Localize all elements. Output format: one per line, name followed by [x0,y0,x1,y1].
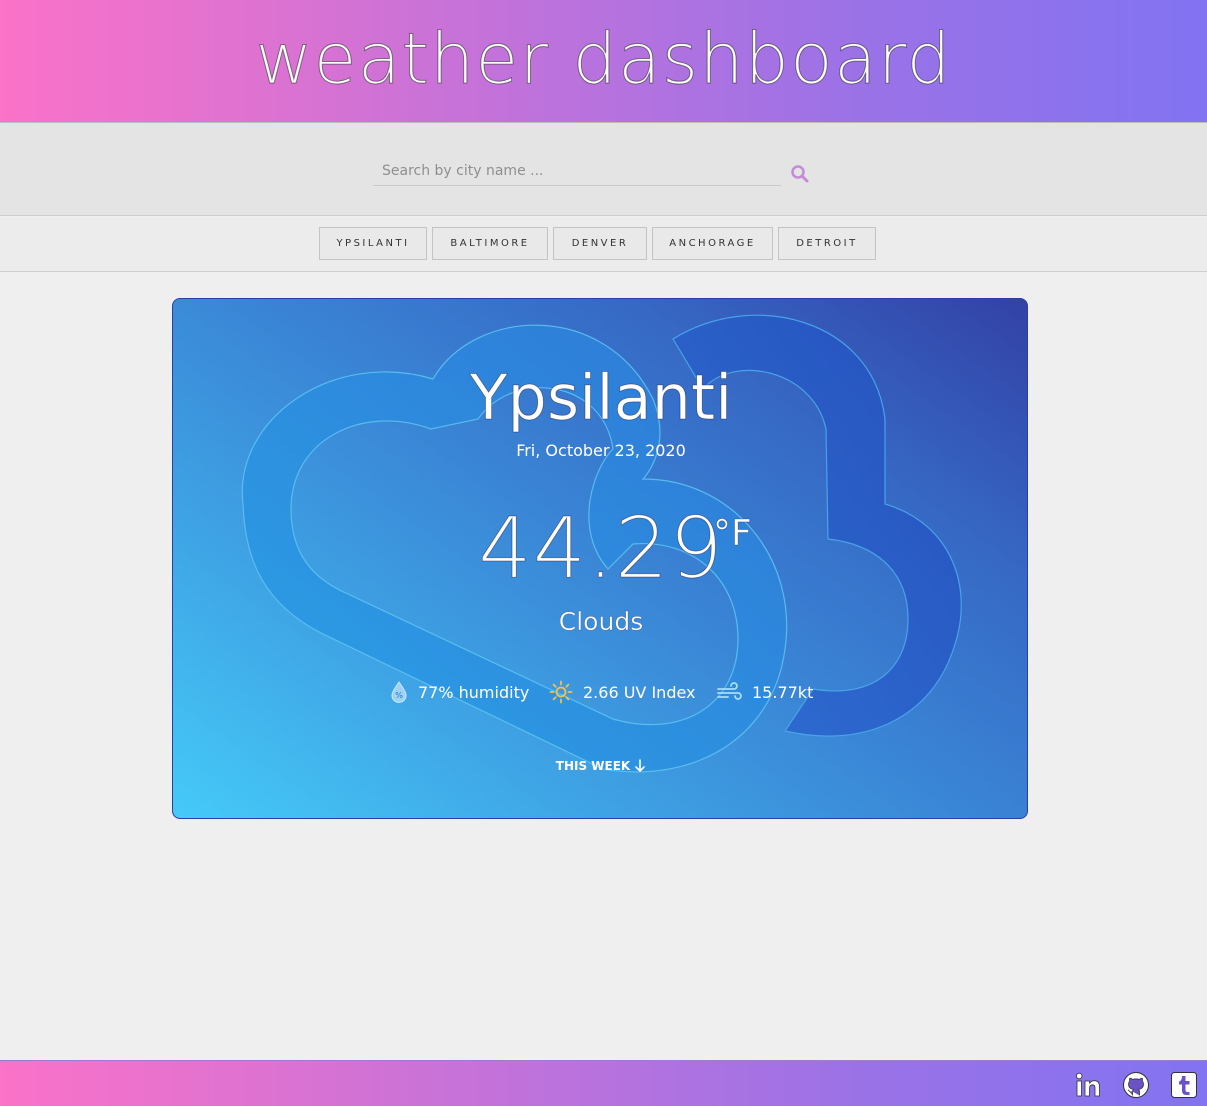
city-button-anchorage[interactable]: ANCHORAGE [652,227,773,260]
sun-icon [549,680,573,704]
temperature-value: 44.29 [478,499,724,598]
search-bar [0,123,1207,216]
uv-index-label: 2.66 UV Index [583,682,696,702]
city-button-baltimore[interactable]: BALTIMORE [432,227,548,260]
uv-index-stat: 2.66 UV Index [549,677,696,707]
wind-stat: 15.77kt [716,677,813,707]
this-week-link[interactable]: THIS WEEK [173,759,1027,773]
city-button-denver[interactable]: DENVER [553,227,647,260]
humidity-stat: % 77% humidity [390,677,529,707]
page-title: weather dashboard [255,18,952,101]
city-name: Ypsilanti [469,361,733,435]
temperature-unit: °F [713,513,752,555]
search-icon[interactable] [790,164,810,184]
arrow-down-icon [635,759,646,772]
humidity-label: 77% humidity [418,682,530,702]
city-history: YPSILANTI BALTIMORE DENVER ANCHORAGE DET… [0,217,1207,272]
footer [0,1060,1207,1106]
current-date: Fri, October 23, 2020 [516,441,686,460]
header: weather dashboard [0,0,1207,122]
github-icon[interactable] [1122,1071,1150,1099]
weather-condition: Clouds [558,607,644,636]
search-input[interactable] [373,156,781,186]
temperature-display: 44.29 °F [173,499,1027,598]
weather-card: Ypsilanti Fri, October 23, 2020 44.29 °F… [172,298,1028,819]
this-week-label: THIS WEEK [555,759,631,773]
city-button-ypsilanti[interactable]: YPSILANTI [319,227,427,260]
wind-icon [717,682,742,700]
city-button-detroit[interactable]: DETROIT [778,227,876,260]
tumblr-icon[interactable] [1170,1071,1198,1099]
linkedin-icon[interactable] [1074,1071,1102,1099]
wind-speed-label: 15.77kt [752,682,814,702]
svg-text:%: % [395,691,403,700]
humidity-drop-icon: % [391,681,407,703]
